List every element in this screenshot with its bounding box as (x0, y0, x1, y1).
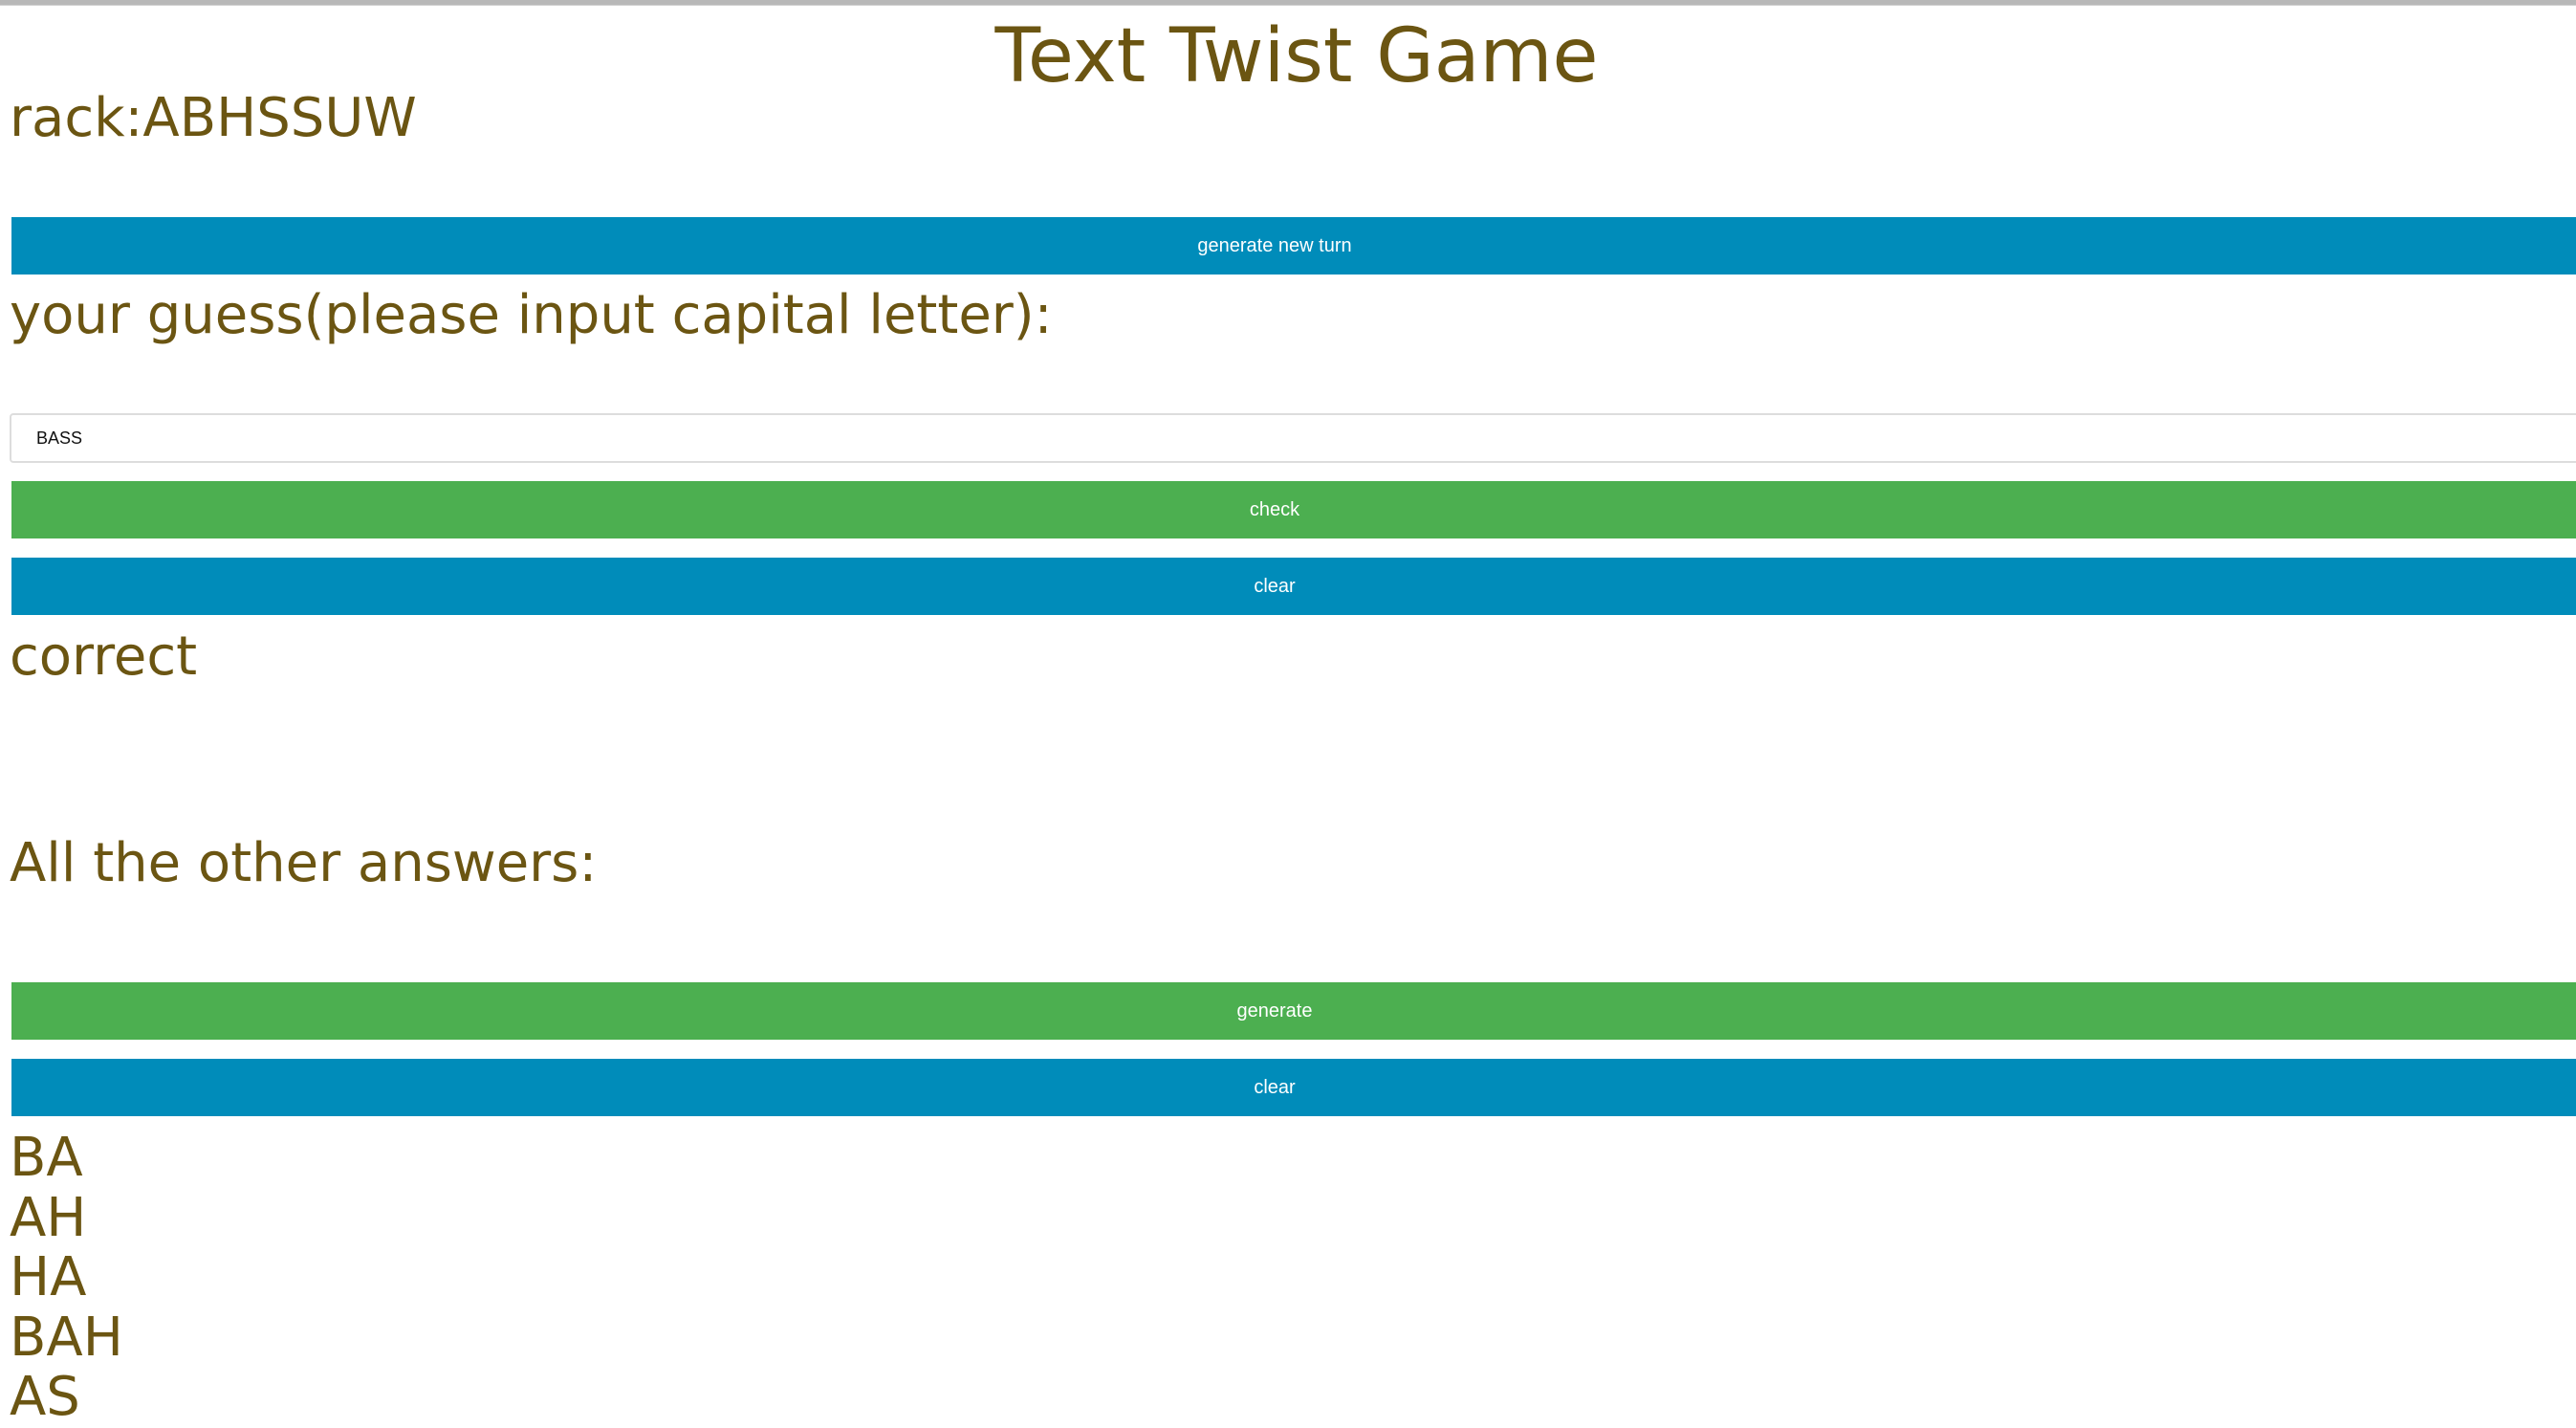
answer-item: BAH (10, 1306, 123, 1369)
other-answers-label: All the other answers: (10, 832, 598, 894)
window-top-border (0, 0, 2576, 6)
clear-answers-button[interactable]: clear (11, 1059, 2576, 1116)
answer-item: HA (10, 1246, 87, 1308)
check-button-label: check (1249, 499, 1300, 520)
answer-item: AS (10, 1366, 80, 1428)
generate-new-turn-button[interactable]: generate new turn (11, 217, 2576, 275)
page-title: Text Twist Game (994, 13, 1599, 99)
clear-guess-button[interactable]: clear (11, 558, 2576, 615)
clear-guess-label: clear (1254, 576, 1296, 597)
generate-answers-label: generate (1236, 1000, 1313, 1022)
answer-item: BA (10, 1127, 83, 1189)
rack-letters: rack:ABHSSUW (10, 87, 417, 149)
guess-result: correct (10, 626, 198, 688)
answer-item: AH (10, 1186, 87, 1249)
generate-answers-button[interactable]: generate (11, 982, 2576, 1040)
check-button[interactable]: check (11, 481, 2576, 538)
guess-label: your guess(please input capital letter): (10, 284, 1053, 346)
clear-answers-label: clear (1254, 1077, 1296, 1098)
answers-list: BA AH HA BAH AS (10, 1129, 123, 1428)
guess-input[interactable] (10, 413, 2576, 463)
generate-new-turn-label: generate new turn (1197, 235, 1352, 256)
